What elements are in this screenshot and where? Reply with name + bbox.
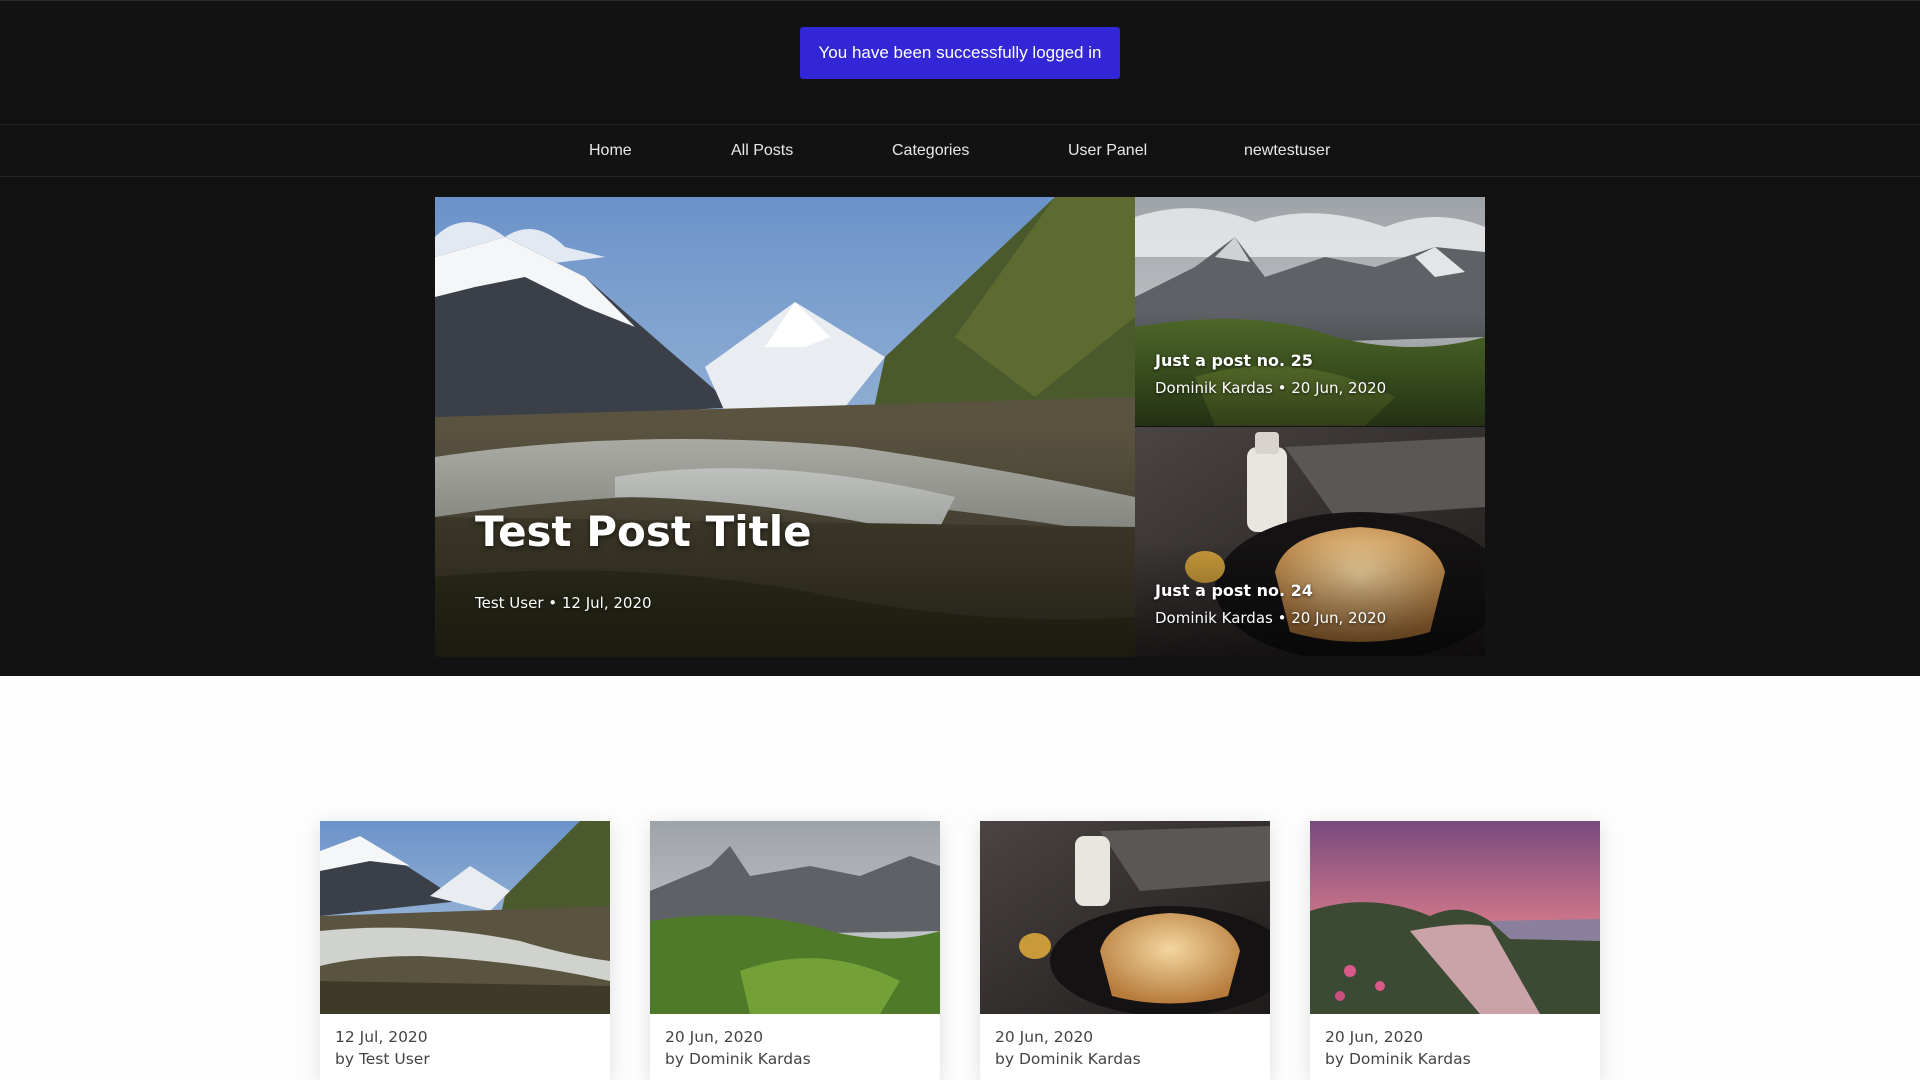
mountain-valley-image — [435, 197, 1135, 657]
main-navigation: Home All Posts Categories User Panel new… — [0, 124, 1920, 177]
post-card-author: by Dominik Kardas — [995, 1050, 1141, 1068]
post-card-author: by Dominik Kardas — [1325, 1050, 1471, 1068]
post-card-image — [1310, 821, 1600, 1014]
featured-post-side-2[interactable]: Just a post no. 24 Dominik Kardas • 20 J… — [1135, 427, 1485, 656]
featured-post-meta: Test User • 12 Jul, 2020 — [475, 594, 652, 612]
post-card[interactable]: 12 Jul, 2020 by Test User — [320, 821, 610, 1080]
post-card[interactable]: 20 Jun, 2020 by Dominik Kardas — [1310, 821, 1600, 1080]
post-card-date: 20 Jun, 2020 — [665, 1028, 764, 1046]
post-card-image — [320, 821, 610, 1014]
post-card-image — [980, 821, 1270, 1014]
featured-post-main[interactable]: Test Post Title Test User • 12 Jul, 2020 — [435, 197, 1135, 657]
nav-home-link[interactable]: Home — [589, 125, 632, 176]
featured-post-side-1[interactable]: Just a post no. 25 Dominik Kardas • 20 J… — [1135, 197, 1485, 426]
side-post-2-meta: Dominik Kardas • 20 Jun, 2020 — [1155, 609, 1387, 627]
post-card-date: 12 Jul, 2020 — [335, 1028, 428, 1046]
side-post-1-title: Just a post no. 25 — [1155, 351, 1313, 370]
nav-categories-link[interactable]: Categories — [892, 125, 969, 176]
post-card[interactable]: 20 Jun, 2020 by Dominik Kardas — [980, 821, 1270, 1080]
post-card-date: 20 Jun, 2020 — [1325, 1028, 1424, 1046]
alert-message: You have been successfully logged in — [818, 43, 1102, 62]
login-success-alert: You have been successfully logged in — [800, 27, 1120, 79]
nav-all-posts-link[interactable]: All Posts — [731, 125, 793, 176]
post-card-image — [650, 821, 940, 1014]
side-post-1-meta: Dominik Kardas • 20 Jun, 2020 — [1155, 379, 1387, 397]
header-section: You have been successfully logged in Hom… — [0, 0, 1920, 676]
side-post-2-title: Just a post no. 24 — [1155, 581, 1313, 600]
nav-username-link[interactable]: newtestuser — [1244, 125, 1330, 176]
featured-post-title: Test Post Title — [475, 507, 812, 556]
nav-user-panel-link[interactable]: User Panel — [1068, 125, 1147, 176]
post-card[interactable]: 20 Jun, 2020 by Dominik Kardas — [650, 821, 940, 1080]
post-card-author: by Dominik Kardas — [665, 1050, 811, 1068]
post-card-author: by Test User — [335, 1050, 430, 1068]
post-card-date: 20 Jun, 2020 — [995, 1028, 1094, 1046]
